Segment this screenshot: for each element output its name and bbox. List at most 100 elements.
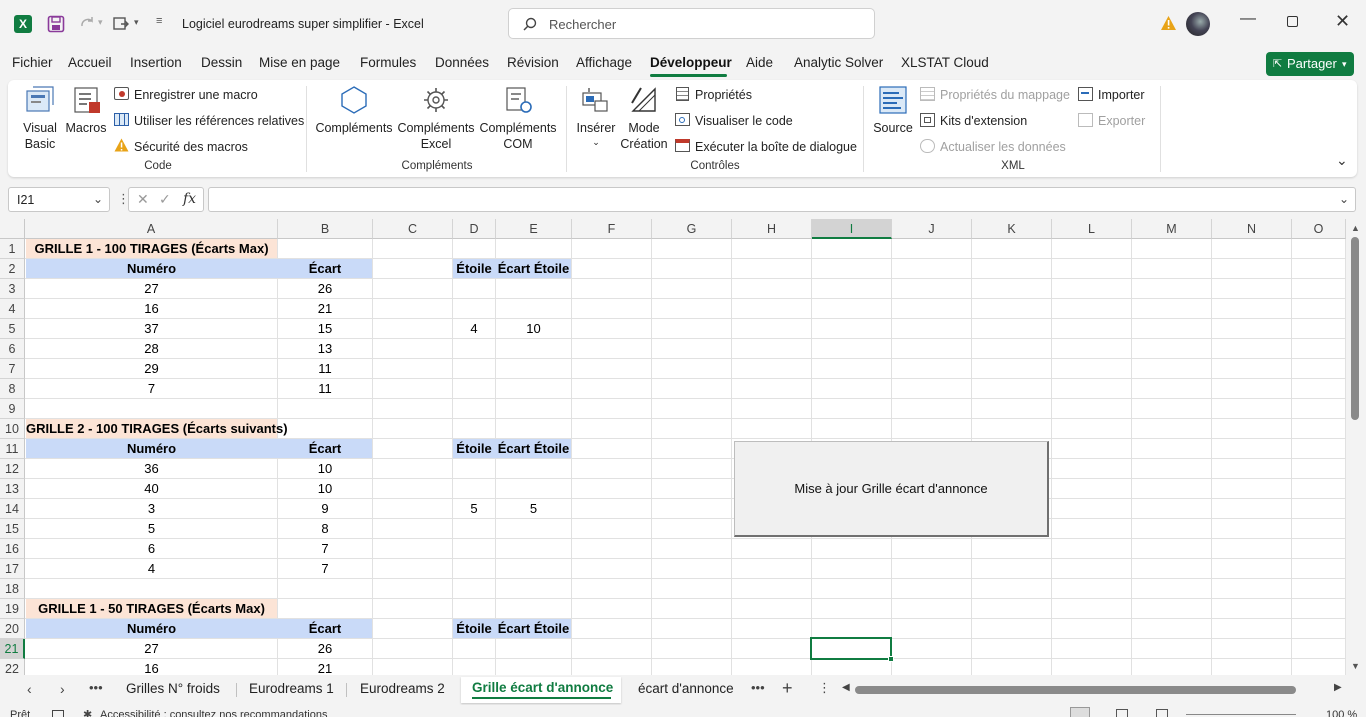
design-mode-button[interactable]: Mode Création bbox=[619, 120, 669, 152]
tab-mise-en-page[interactable]: Mise en page bbox=[259, 55, 340, 70]
column-header-a[interactable]: A bbox=[25, 219, 278, 239]
next-sheet-icon[interactable]: › bbox=[60, 681, 65, 697]
numero-cell[interactable]: 3 bbox=[26, 499, 277, 519]
row-header-22[interactable]: 22 bbox=[0, 659, 25, 675]
scroll-right-icon[interactable]: ▶ bbox=[1334, 682, 1342, 693]
expansion-packs-button[interactable]: Kits d'extension bbox=[940, 114, 1027, 128]
view-code-button[interactable]: Visualiser le code bbox=[695, 114, 793, 128]
header-cell[interactable]: Écart bbox=[278, 439, 372, 459]
ecart-cell[interactable]: 21 bbox=[278, 299, 372, 319]
ecart-cell[interactable]: 13 bbox=[278, 339, 372, 359]
name-box[interactable]: I21 ⌄ bbox=[8, 187, 110, 212]
redo-icon[interactable] bbox=[78, 15, 96, 33]
sheet-tab-eurodreams-1[interactable]: Eurodreams 1 bbox=[249, 681, 334, 696]
tab-formules[interactable]: Formules bbox=[360, 55, 416, 70]
numero-cell[interactable]: 27 bbox=[26, 639, 277, 659]
sheet-tab-eurodreams-2[interactable]: Eurodreams 2 bbox=[360, 681, 445, 696]
header-cell[interactable]: Numéro bbox=[26, 619, 277, 639]
ecart-cell[interactable]: 10 bbox=[278, 459, 372, 479]
normal-view-icon[interactable] bbox=[1070, 707, 1090, 717]
etoile-cell[interactable]: 4 bbox=[453, 319, 495, 339]
column-header-c[interactable]: C bbox=[373, 219, 453, 239]
worksheet-grid[interactable]: ABCDEFGHIJKLMNO 1 2 3 4 5 6 7 8 9 10 11 12 13 14 15 16 1… bbox=[0, 219, 1366, 675]
xml-source-button[interactable]: Source bbox=[870, 120, 916, 136]
column-header-o[interactable]: O bbox=[1292, 219, 1346, 239]
ecart-cell[interactable]: 15 bbox=[278, 319, 372, 339]
search-box[interactable]: Rechercher bbox=[508, 8, 875, 39]
row-header-8[interactable]: 8 bbox=[0, 379, 25, 399]
ecart-cell[interactable]: 9 bbox=[278, 499, 372, 519]
macro-security-button[interactable]: Sécurité des macros bbox=[134, 140, 248, 154]
column-header-m[interactable]: M bbox=[1132, 219, 1212, 239]
tab-affichage[interactable]: Affichage bbox=[576, 55, 632, 70]
maximize-icon[interactable] bbox=[1287, 16, 1298, 27]
ecart-cell[interactable]: 8 bbox=[278, 519, 372, 539]
import-button[interactable]: Importer bbox=[1098, 88, 1145, 102]
enter-icon[interactable]: ✓ bbox=[159, 191, 171, 208]
expand-formula-icon[interactable]: ⌄ bbox=[1339, 192, 1349, 206]
column-header-l[interactable]: L bbox=[1052, 219, 1132, 239]
tab-analytic-solver[interactable]: Analytic Solver bbox=[794, 55, 883, 70]
grid-title-cell[interactable]: GRILLE 1 - 100 TIRAGES (Écarts Max) bbox=[26, 239, 277, 259]
header-cell[interactable]: Étoile bbox=[453, 619, 495, 639]
numero-cell[interactable]: 28 bbox=[26, 339, 277, 359]
zoom-level[interactable]: 100 % bbox=[1326, 709, 1357, 717]
run-dialog-button[interactable]: Exécuter la boîte de dialogue bbox=[695, 140, 857, 154]
visual-basic-button[interactable]: Visual Basic bbox=[20, 120, 60, 152]
header-cell[interactable]: Écart Étoile bbox=[496, 439, 571, 459]
more-sheets-icon[interactable]: ••• bbox=[89, 680, 103, 695]
header-cell[interactable]: Écart Étoile bbox=[496, 619, 571, 639]
column-header-n[interactable]: N bbox=[1212, 219, 1292, 239]
header-cell[interactable]: Étoile bbox=[453, 439, 495, 459]
record-macro-button[interactable]: Enregistrer une macro bbox=[134, 88, 258, 102]
row-header-11[interactable]: 11 bbox=[0, 439, 25, 459]
com-addins-button[interactable]: Compléments COM bbox=[478, 120, 558, 152]
more-sheets-icon[interactable]: ••• bbox=[751, 680, 765, 695]
formula-input[interactable]: ⌄ bbox=[208, 187, 1356, 212]
status-accessibility[interactable]: Accessibilité : consultez nos recommanda… bbox=[100, 709, 327, 717]
column-header-k[interactable]: K bbox=[972, 219, 1052, 239]
header-cell[interactable]: Écart bbox=[278, 259, 372, 279]
properties-button[interactable]: Propriétés bbox=[695, 88, 752, 102]
tab-fichier[interactable]: Fichier bbox=[12, 55, 53, 70]
ecart-cell[interactable]: 10 bbox=[278, 479, 372, 499]
column-header-f[interactable]: F bbox=[572, 219, 652, 239]
row-header-17[interactable]: 17 bbox=[0, 559, 25, 579]
accessibility-icon[interactable]: ✱ bbox=[83, 708, 92, 717]
row-header-21[interactable]: 21 bbox=[0, 639, 25, 659]
tab-aide[interactable]: Aide bbox=[746, 55, 773, 70]
macros-button[interactable]: Macros bbox=[64, 120, 108, 136]
numero-cell[interactable]: 4 bbox=[26, 559, 277, 579]
avatar[interactable] bbox=[1186, 12, 1210, 36]
ecart-cell[interactable]: 21 bbox=[278, 659, 372, 675]
numero-cell[interactable]: 16 bbox=[26, 299, 277, 319]
row-header-3[interactable]: 3 bbox=[0, 279, 25, 299]
row-header-19[interactable]: 19 bbox=[0, 599, 25, 619]
relative-refs-button[interactable]: Utiliser les références relatives bbox=[134, 114, 304, 128]
collapse-ribbon-icon[interactable]: ⌄ bbox=[1336, 152, 1348, 169]
row-header-9[interactable]: 9 bbox=[0, 399, 25, 419]
row-header-16[interactable]: 16 bbox=[0, 539, 25, 559]
ecart-etoile-cell[interactable]: 5 bbox=[496, 499, 571, 519]
ecart-cell[interactable]: 26 bbox=[278, 279, 372, 299]
row-header-5[interactable]: 5 bbox=[0, 319, 25, 339]
tab-donnees[interactable]: Données bbox=[435, 55, 489, 70]
row-header-10[interactable]: 10 bbox=[0, 419, 25, 439]
ecart-cell[interactable]: 11 bbox=[278, 379, 372, 399]
scroll-up-icon[interactable]: ▲ bbox=[1351, 223, 1360, 233]
selected-cell[interactable] bbox=[810, 637, 892, 660]
row-header-18[interactable]: 18 bbox=[0, 579, 25, 599]
numero-cell[interactable]: 6 bbox=[26, 539, 277, 559]
grid-title-cell[interactable]: GRILLE 2 - 100 TIRAGES (Écarts suivants) bbox=[26, 419, 288, 439]
quick-access-icon[interactable] bbox=[112, 15, 130, 33]
row-header-1[interactable]: 1 bbox=[0, 239, 25, 259]
column-header-g[interactable]: G bbox=[652, 219, 732, 239]
redo-dropdown-icon[interactable]: ▾ bbox=[98, 17, 103, 28]
column-header-j[interactable]: J bbox=[892, 219, 972, 239]
tab-insertion[interactable]: Insertion bbox=[130, 55, 182, 70]
row-header-4[interactable]: 4 bbox=[0, 299, 25, 319]
tab-accueil[interactable]: Accueil bbox=[68, 55, 112, 70]
header-cell[interactable]: Numéro bbox=[26, 439, 277, 459]
etoile-cell[interactable]: 5 bbox=[453, 499, 495, 519]
tab-dessin[interactable]: Dessin bbox=[201, 55, 242, 70]
